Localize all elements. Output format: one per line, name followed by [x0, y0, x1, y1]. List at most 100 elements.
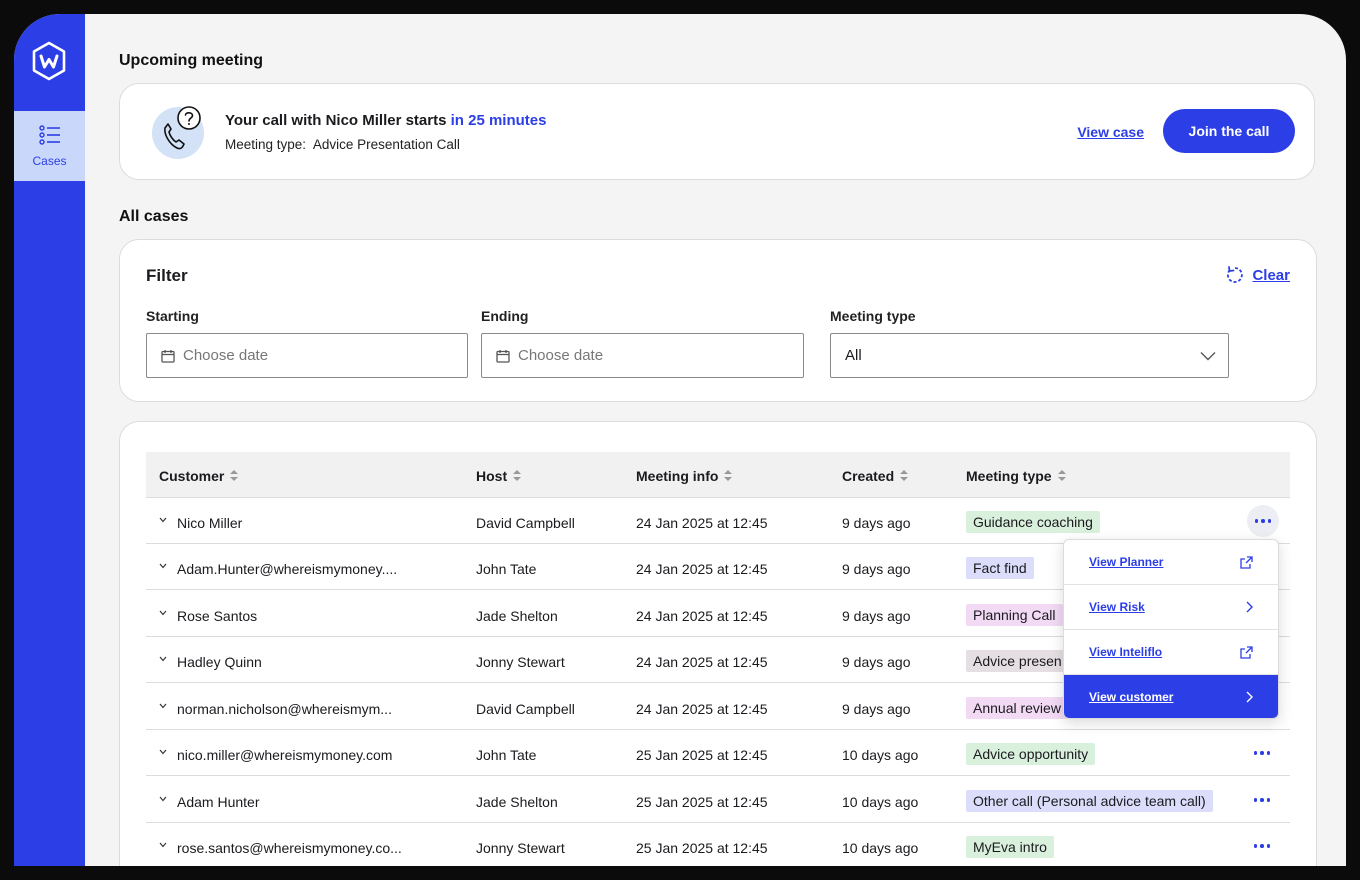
meeting-info-cell: 24 Jan 2025 at 12:45	[636, 561, 768, 577]
column-customer[interactable]: Customer	[159, 468, 239, 484]
column-label: Customer	[159, 468, 225, 484]
more-actions-button[interactable]	[1252, 790, 1272, 810]
column-label: Host	[476, 468, 508, 484]
expand-chevron-icon[interactable]	[159, 702, 167, 710]
more-actions-button[interactable]	[1252, 836, 1272, 856]
chevron-down-icon	[1200, 351, 1216, 360]
more-actions-button[interactable]	[1247, 505, 1279, 537]
meeting-type-tag: Guidance coaching	[966, 511, 1100, 533]
created-cell: 9 days ago	[842, 561, 911, 577]
meeting-type-label: Meeting type:	[225, 137, 307, 152]
column-label: Meeting type	[966, 468, 1052, 484]
starting-date-input[interactable]: Choose date	[146, 333, 468, 378]
meeting-info-cell: 24 Jan 2025 at 12:45	[636, 515, 768, 531]
column-meeting-info[interactable]: Meeting info	[636, 468, 733, 484]
menu-item-view-risk[interactable]: View Risk	[1064, 585, 1278, 630]
meeting-type-tag: Other call (Personal advice team call)	[966, 790, 1213, 812]
ending-placeholder: Choose date	[518, 347, 604, 364]
sort-icon	[900, 470, 909, 482]
table-row[interactable]: Adam Hunter Jade Shelton 25 Jan 2025 at 12…	[146, 777, 1290, 823]
meeting-type-tag: Annual review	[966, 697, 1068, 719]
host-cell: Jade Shelton	[476, 794, 558, 810]
menu-item-view-planner[interactable]: View Planner	[1064, 540, 1278, 585]
expand-chevron-icon[interactable]	[159, 609, 167, 617]
meeting-type-select[interactable]: All	[830, 333, 1229, 378]
column-created[interactable]: Created	[842, 468, 909, 484]
meeting-title-text: Your call with Nico Miller starts	[225, 112, 447, 129]
expand-chevron-icon[interactable]	[159, 748, 167, 756]
upcoming-meeting-card: Your call with Nico Miller starts in 25 …	[119, 83, 1315, 180]
all-cases-heading: All cases	[119, 208, 189, 225]
expand-chevron-icon[interactable]	[159, 562, 167, 570]
dot-icon	[1266, 751, 1271, 755]
sort-icon	[513, 470, 522, 482]
row-actions-menu: View Planner View Risk View Inteliflo Vi…	[1063, 539, 1279, 719]
sort-icon	[724, 470, 733, 482]
expand-chevron-icon[interactable]	[159, 841, 167, 849]
created-cell: 9 days ago	[842, 608, 911, 624]
expand-chevron-icon[interactable]	[159, 516, 167, 524]
column-meeting-type[interactable]: Meeting type	[966, 468, 1066, 484]
starting-label: Starting	[146, 308, 199, 324]
clear-filter-button[interactable]: Clear	[1226, 266, 1290, 284]
meeting-type-tag: MyEva intro	[966, 836, 1054, 858]
phone-question-icon	[152, 106, 204, 159]
menu-item-view-customer[interactable]: View customer	[1064, 675, 1278, 718]
created-cell: 10 days ago	[842, 794, 919, 810]
customer-cell: Hadley Quinn	[177, 654, 262, 670]
app-window: Cases Upcoming meeting Your call with Ni…	[14, 14, 1346, 866]
table-header: Customer Host Meeting info Created Meeti…	[146, 452, 1290, 498]
created-cell: 9 days ago	[842, 654, 911, 670]
created-cell: 10 days ago	[842, 747, 919, 763]
column-label: Meeting info	[636, 468, 719, 484]
sort-icon	[1057, 470, 1066, 482]
customer-cell: nico.miller@whereismymoney.com	[177, 747, 393, 763]
menu-item-label: View Risk	[1089, 600, 1145, 614]
meeting-type-tag: Fact find	[966, 557, 1034, 579]
customer-cell: rose.santos@whereismymoney.co...	[177, 840, 402, 856]
expand-chevron-icon[interactable]	[159, 655, 167, 663]
filter-card: Filter Clear Starting Choose date Ending	[119, 239, 1317, 402]
table-row[interactable]: nico.miller@whereismymoney.com John Tate 2…	[146, 730, 1290, 776]
starting-placeholder: Choose date	[183, 347, 269, 364]
sidebar: Cases	[14, 14, 85, 866]
dot-icon	[1266, 798, 1271, 802]
meeting-info-cell: 24 Jan 2025 at 12:45	[636, 608, 768, 624]
sidebar-item-cases[interactable]: Cases	[14, 111, 85, 181]
host-cell: John Tate	[476, 747, 537, 763]
logo-icon[interactable]	[31, 41, 67, 81]
sort-icon	[230, 470, 239, 482]
meeting-info-cell: 25 Jan 2025 at 12:45	[636, 840, 768, 856]
dot-icon	[1267, 519, 1272, 523]
created-cell: 9 days ago	[842, 515, 911, 531]
customer-cell: Adam.Hunter@whereismymoney....	[177, 561, 398, 577]
dot-icon	[1266, 844, 1271, 848]
ending-date-input[interactable]: Choose date	[481, 333, 804, 378]
menu-item-view-inteliflo[interactable]: View Inteliflo	[1064, 630, 1278, 675]
clear-label: Clear	[1252, 266, 1290, 284]
meeting-type: Meeting type: Advice Presentation Call	[225, 137, 460, 152]
menu-item-label: View customer	[1089, 689, 1174, 704]
meeting-title: Your call with Nico Miller starts in 25 …	[225, 112, 546, 129]
meeting-type-select-value: All	[845, 347, 862, 364]
menu-item-label: View Inteliflo	[1089, 645, 1163, 659]
join-call-button[interactable]: Join the call	[1163, 109, 1295, 153]
host-cell: David Campbell	[476, 701, 575, 717]
meeting-countdown: in 25 minutes	[450, 112, 547, 129]
dot-icon	[1260, 798, 1264, 802]
calendar-icon	[496, 349, 510, 363]
column-host[interactable]: Host	[476, 468, 522, 484]
expand-chevron-icon[interactable]	[159, 795, 167, 803]
meeting-type-value: Advice Presentation Call	[312, 137, 460, 152]
view-case-link[interactable]: View case	[1077, 124, 1144, 140]
ending-label: Ending	[481, 308, 529, 324]
table-row[interactable]: rose.santos@whereismymoney.co... Jonny St…	[146, 823, 1290, 866]
menu-item-label: View Planner	[1089, 555, 1164, 569]
chevron-right-icon	[1246, 691, 1253, 702]
table-row[interactable]: Nico Miller David Campbell 24 Jan 2025 at …	[146, 498, 1290, 544]
list-icon	[38, 125, 60, 145]
chevron-right-icon	[1246, 601, 1253, 613]
dot-icon	[1254, 519, 1259, 523]
host-cell: David Campbell	[476, 515, 575, 531]
more-actions-button[interactable]	[1252, 743, 1272, 763]
